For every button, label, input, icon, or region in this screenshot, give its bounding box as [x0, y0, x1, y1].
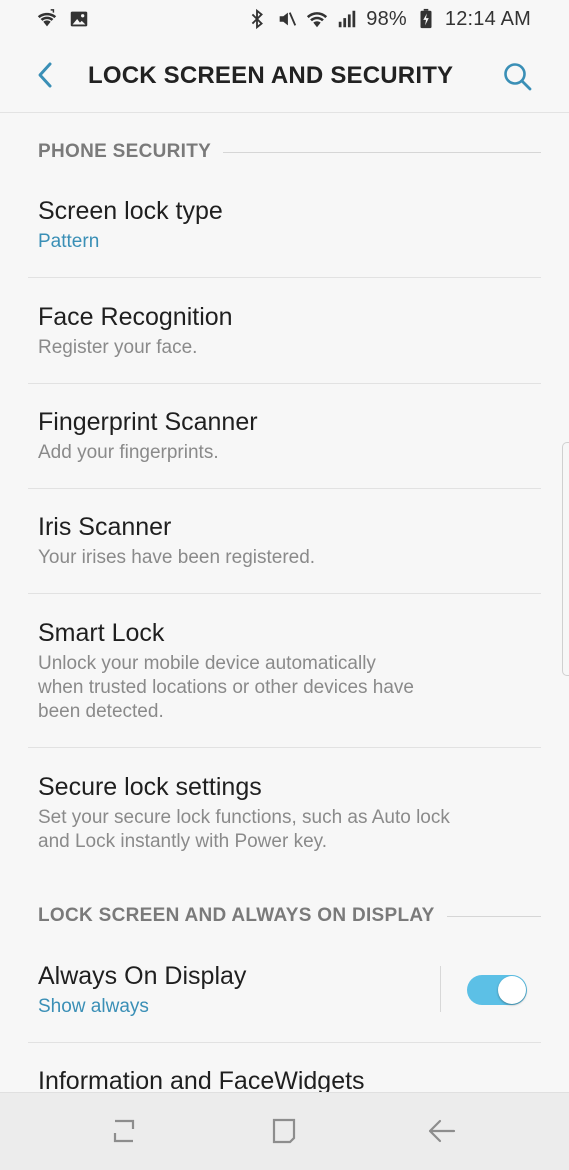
divider: [28, 383, 541, 384]
setting-face-recognition[interactable]: Face Recognition Register your face.: [28, 302, 541, 360]
scroll-indicator[interactable]: [562, 442, 569, 676]
summary-line: when trusted locations or other devices …: [38, 677, 414, 698]
home-icon: [269, 1116, 299, 1146]
section-divider: [446, 915, 541, 917]
summary-line: Unlock your mobile device automatically: [38, 653, 376, 674]
divider: [28, 593, 541, 594]
setting-title: Iris Scanner: [38, 513, 172, 541]
signal-icon: [336, 8, 358, 30]
settings-list[interactable]: PHONE SECURITY Screen lock type Pattern …: [0, 114, 569, 1092]
navigation-bar: [0, 1092, 569, 1170]
setting-value: Show always: [38, 996, 149, 1017]
battery-charging-icon: [415, 8, 437, 30]
setting-title: Always On Display: [38, 962, 247, 990]
recent-apps-icon: [109, 1117, 139, 1145]
setting-title: Smart Lock: [38, 619, 165, 647]
recent-apps-button[interactable]: [106, 1115, 142, 1147]
wifi-calling-icon: [36, 8, 58, 30]
section-divider: [223, 151, 541, 153]
toggle-separator: [440, 966, 441, 1012]
setting-summary: Your irises have been registered.: [38, 547, 316, 568]
setting-smart-lock[interactable]: Smart Lock Unlock your mobile device aut…: [28, 618, 541, 724]
always-on-display-switch[interactable]: [467, 975, 527, 1005]
wifi-icon: [306, 8, 328, 30]
summary-line: Set your secure lock functions, such as …: [38, 807, 450, 828]
clock: 12:14 AM: [444, 7, 531, 30]
divider: [28, 277, 541, 278]
setting-secure-lock-settings[interactable]: Secure lock settings Set your secure loc…: [28, 772, 541, 854]
setting-summary: Add your fingerprints.: [38, 442, 219, 463]
setting-summary: Unlock your mobile device automatically …: [38, 652, 541, 724]
back-nav-button[interactable]: [424, 1115, 460, 1147]
search-icon: [502, 61, 534, 93]
setting-title: Secure lock settings: [38, 773, 262, 801]
divider: [28, 747, 541, 748]
setting-summary: Register your face.: [38, 337, 198, 358]
summary-line: been detected.: [38, 701, 164, 722]
summary-line: and Lock instantly with Power key.: [38, 831, 328, 852]
section-header-phone-security: PHONE SECURITY: [38, 140, 541, 164]
setting-fingerprint-scanner[interactable]: Fingerprint Scanner Add your fingerprint…: [28, 407, 541, 465]
divider: [28, 1042, 541, 1043]
section-header-lock-screen: LOCK SCREEN AND ALWAYS ON DISPLAY: [38, 904, 541, 928]
setting-title: Information and FaceWidgets: [38, 1067, 365, 1092]
divider: [28, 488, 541, 489]
section-header-label: PHONE SECURITY: [38, 141, 212, 162]
mute-icon: [276, 8, 298, 30]
app-bar: LOCK SCREEN AND SECURITY: [0, 38, 569, 113]
back-button[interactable]: [28, 58, 62, 92]
setting-title: Face Recognition: [38, 303, 233, 331]
status-bar: 98% 12:14 AM: [0, 0, 569, 38]
status-right: 98% 12:14 AM: [246, 8, 531, 31]
battery-percentage: 98%: [366, 7, 407, 30]
back-arrow-icon: [426, 1117, 458, 1145]
setting-summary: Set your secure lock functions, such as …: [38, 806, 541, 854]
search-button[interactable]: [499, 58, 537, 96]
setting-always-on-display[interactable]: Always On Display Show always: [28, 961, 428, 1019]
section-header-label: LOCK SCREEN AND ALWAYS ON DISPLAY: [38, 905, 435, 926]
home-button[interactable]: [266, 1115, 302, 1147]
setting-title: Fingerprint Scanner: [38, 408, 258, 436]
setting-iris-scanner[interactable]: Iris Scanner Your irises have been regis…: [28, 512, 541, 570]
setting-value: Pattern: [38, 231, 100, 252]
page-title: LOCK SCREEN AND SECURITY: [88, 62, 454, 89]
setting-information-facewidgets[interactable]: Information and FaceWidgets: [28, 1066, 541, 1092]
status-left: [36, 8, 90, 30]
bluetooth-icon: [246, 8, 268, 30]
setting-title: Screen lock type: [38, 197, 223, 225]
setting-screen-lock-type[interactable]: Screen lock type Pattern: [28, 196, 541, 254]
switch-knob: [498, 976, 526, 1004]
chevron-left-icon: [34, 61, 56, 89]
image-icon: [68, 8, 90, 30]
